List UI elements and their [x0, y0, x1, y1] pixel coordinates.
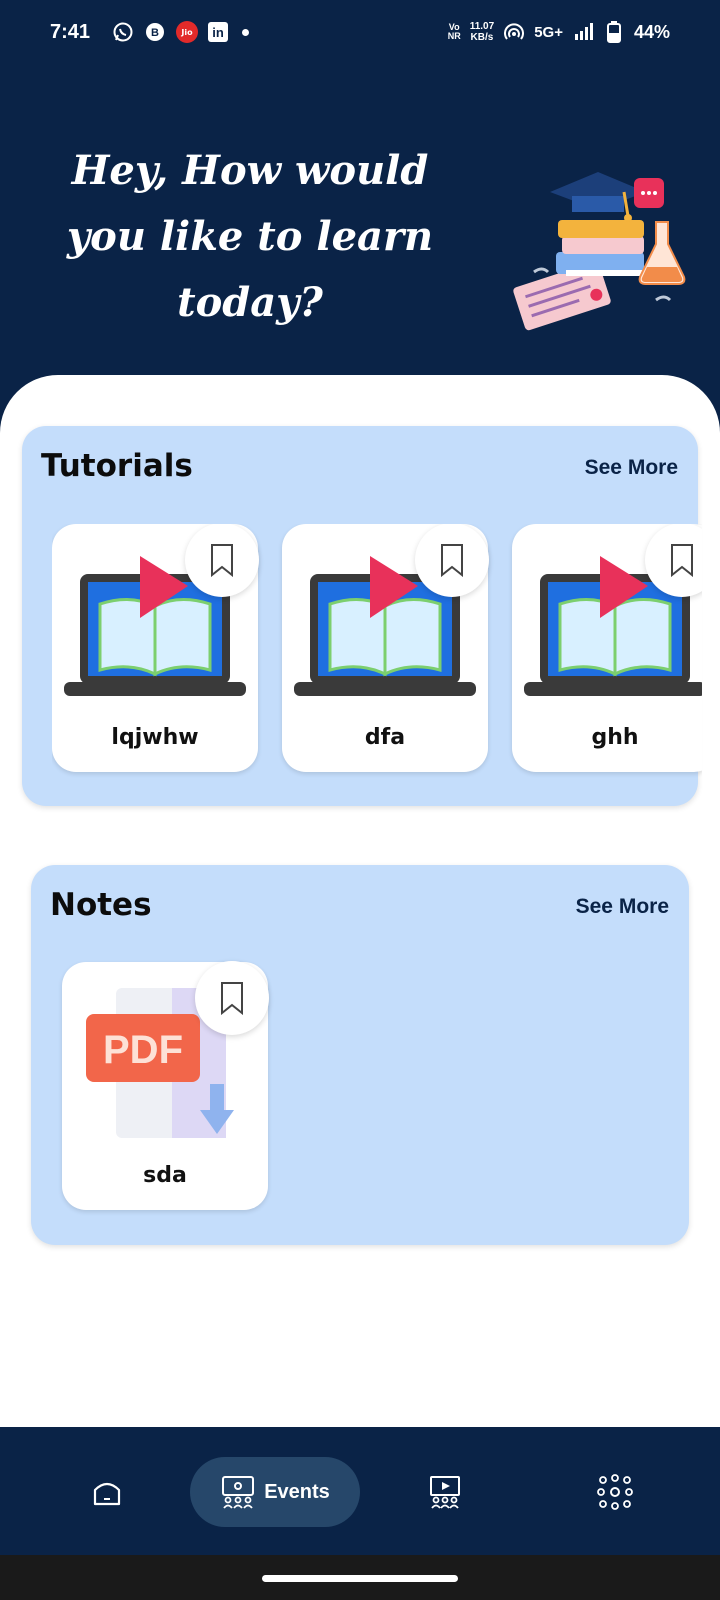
notes-see-more-link[interactable]: See More — [576, 895, 669, 919]
nav-events[interactable]: Events — [190, 1457, 360, 1527]
bookmark-icon — [441, 544, 463, 577]
education-illustration — [506, 172, 706, 342]
nav-network[interactable] — [580, 1457, 650, 1527]
tutorial-title: dfa — [364, 725, 406, 750]
tutorials-title: Tutorials — [41, 448, 193, 484]
network-icon — [597, 1474, 633, 1510]
status-bar: 7:41 B Jio in Vo NR 11.07 KB/s 5G+ 44% — [0, 0, 720, 64]
bookmark-button[interactable] — [195, 961, 269, 1035]
bookmark-icon — [671, 544, 693, 577]
bookmark-icon — [211, 544, 233, 577]
nav-classroom[interactable] — [410, 1457, 480, 1527]
tutorials-carousel[interactable]: lqjwhw dfa ghh — [52, 524, 702, 778]
battery-icon — [603, 21, 625, 43]
home-gesture-handle[interactable] — [262, 1575, 458, 1582]
system-gesture-bar — [0, 1555, 720, 1600]
volte-indicator: Vo NR — [447, 22, 461, 41]
nav-events-label: Events — [264, 1480, 330, 1503]
notes-title: Notes — [50, 887, 152, 923]
more-notifications-dot — [242, 28, 250, 36]
hotspot-icon — [503, 21, 525, 43]
bookmark-button[interactable] — [185, 524, 259, 597]
tutorial-title: lqjwhw — [111, 725, 199, 750]
linkedin-icon: in — [208, 22, 229, 42]
battery-percent: 44% — [633, 21, 670, 42]
signal-icon — [572, 21, 594, 43]
whatsapp-icon — [112, 21, 134, 43]
bookmark-button[interactable] — [415, 524, 489, 597]
tutorial-card[interactable]: ghh — [512, 524, 702, 772]
note-title: sda — [143, 1163, 187, 1188]
notes-section: Notes See More PDF sda — [31, 865, 689, 1245]
svg-text:B: B — [151, 27, 159, 39]
tutorials-section: Tutorials See More lqjwhw dfa ghh — [22, 426, 702, 806]
nav-home[interactable] — [72, 1457, 142, 1527]
tutorial-title: ghh — [591, 725, 639, 750]
note-card[interactable]: PDF sda — [62, 961, 269, 1210]
hero-title: Hey, How would you like to learn today? — [66, 147, 434, 326]
tutorial-card[interactable]: lqjwhw — [52, 524, 259, 772]
jio-icon: Jio — [176, 21, 199, 43]
whatsapp-business-icon: B — [144, 21, 166, 43]
home-icon — [93, 1482, 121, 1506]
tutorials-see-more-link[interactable]: See More — [585, 456, 678, 480]
events-icon — [222, 1476, 255, 1509]
status-time: 7:41 — [50, 20, 91, 43]
bottom-navigation: Events — [0, 1427, 720, 1555]
network-type: 5G+ — [534, 23, 563, 41]
classroom-icon — [430, 1476, 460, 1509]
bookmark-icon — [221, 982, 243, 1015]
net-speed: 11.07 KB/s — [469, 21, 495, 43]
tutorial-card[interactable]: dfa — [282, 524, 489, 772]
pdf-label: PDF — [103, 1028, 183, 1072]
